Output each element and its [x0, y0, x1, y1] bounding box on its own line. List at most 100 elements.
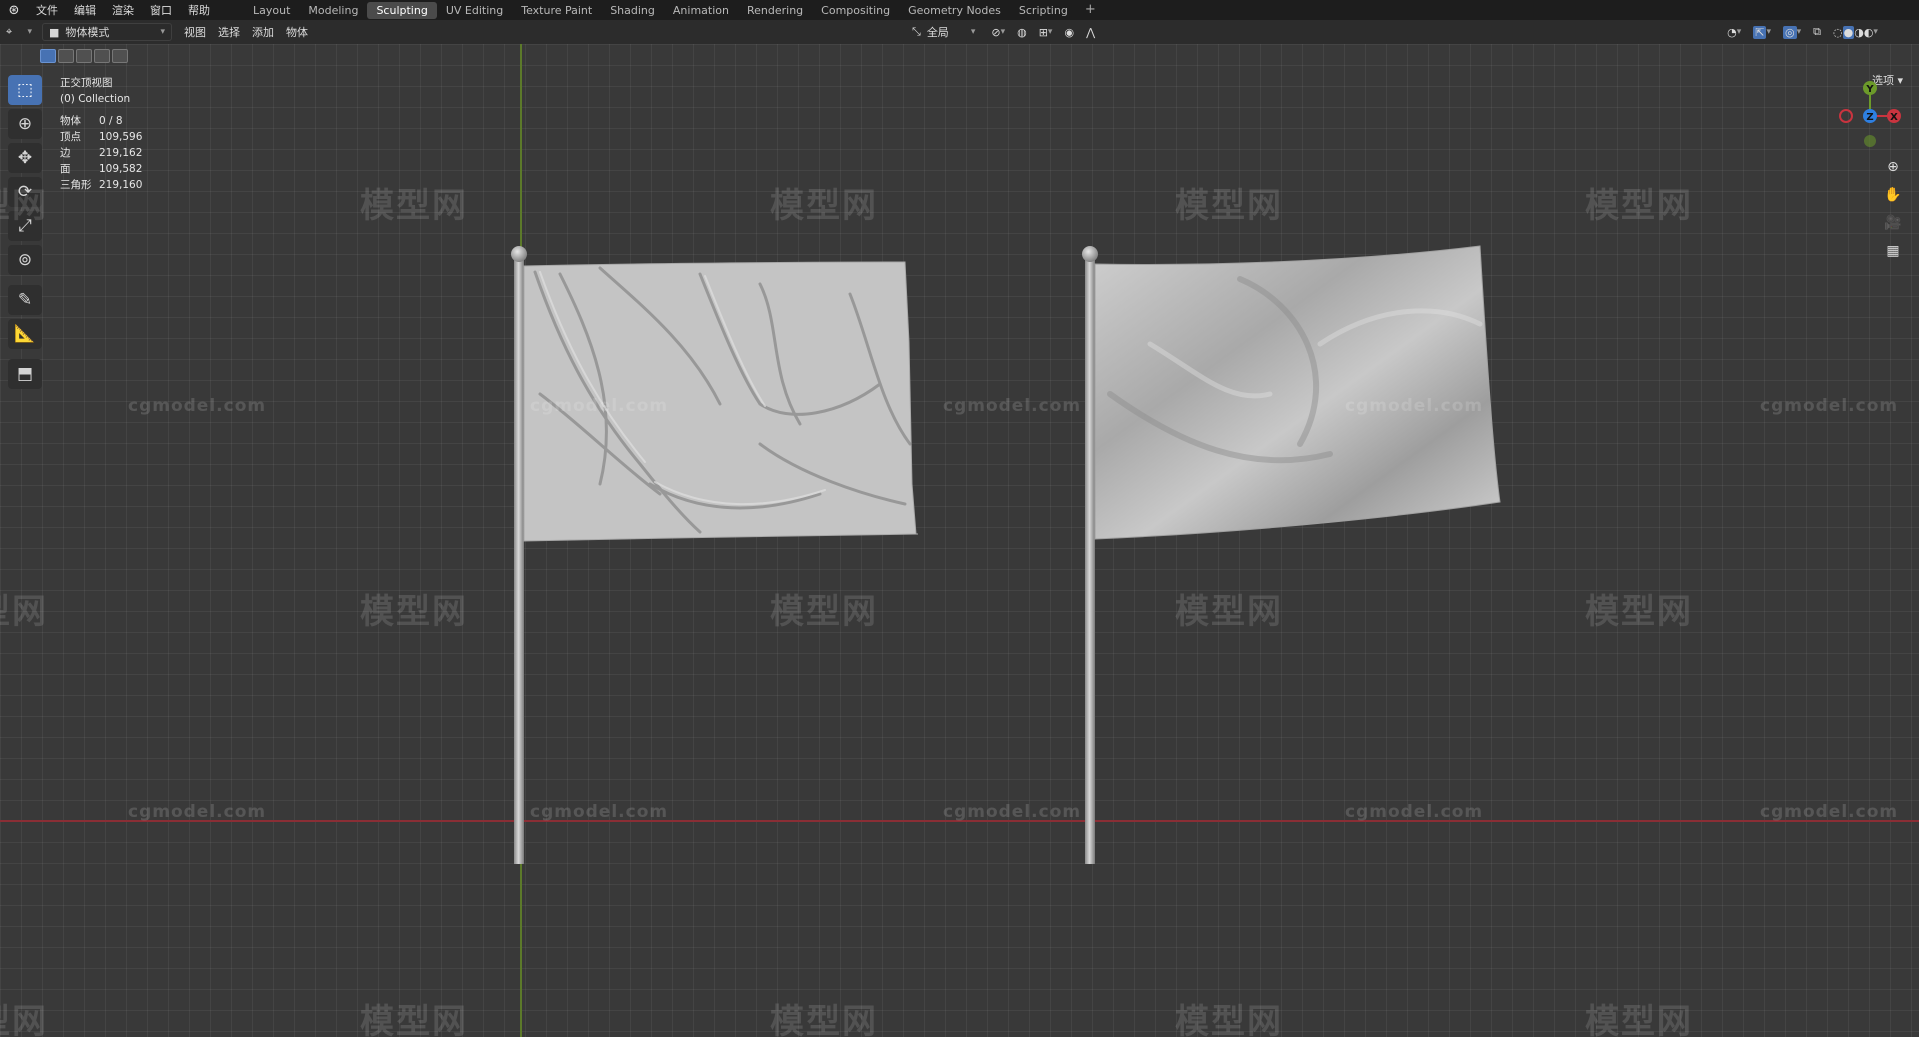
watermark-en: cgmodel.com [530, 802, 669, 822]
wireframe-shading-icon[interactable]: ◌ [1833, 26, 1843, 39]
gizmo-x-label: X [1890, 112, 1898, 123]
solid-shading-icon[interactable]: ● [1842, 25, 1855, 39]
mode-label: 物体模式 [65, 26, 110, 39]
watermark-en: cgmodel.com [1760, 802, 1899, 822]
xray-icon: ⧉ [1813, 25, 1821, 38]
pivot-icon: ⊘ [991, 25, 1001, 39]
menu-add[interactable]: 添加 [246, 24, 280, 40]
menu-render[interactable]: 渲染 [104, 2, 142, 18]
shading-modes[interactable]: ◌ ● ◑ ◐ ▾ [1827, 25, 1884, 39]
proportional-edit-toggle[interactable]: ◉ [1058, 26, 1080, 39]
flag-object-waving[interactable] [1082, 245, 1501, 864]
watermark-en: cgmodel.com [128, 396, 267, 416]
editor-type-button[interactable]: ⌖ ▾ [0, 25, 38, 39]
watermark-en: cgmodel.com [128, 802, 267, 822]
falloff-icon: ⋀ [1086, 25, 1096, 39]
mode-select[interactable]: ■ 物体模式 ▾ [42, 23, 172, 41]
watermark-cn: 模型网 [770, 1002, 878, 1037]
xray-toggle[interactable]: ⧉ [1807, 25, 1827, 39]
watermark-cn: 模型网 [770, 186, 878, 226]
eye-icon: ◔ [1727, 25, 1737, 39]
watermark-cn: 模型网 [770, 592, 878, 632]
tab-rendering[interactable]: Rendering [738, 2, 812, 19]
navigation-gizmo[interactable]: Y X Z [1830, 73, 1910, 163]
watermark-cn: 模型网 [1175, 186, 1283, 226]
falloff-button[interactable]: ⋀ [1080, 26, 1101, 39]
menu-object[interactable]: 物体 [280, 24, 314, 40]
proportional-icon: ◉ [1064, 25, 1075, 39]
tab-shading[interactable]: Shading [601, 2, 664, 19]
flagpole [514, 254, 524, 864]
top-menu-bar: ⊛ 文件 编辑 渲染 窗口 帮助 Layout Modeling Sculpti… [0, 0, 1919, 20]
snap-icon: ⊞ [1038, 25, 1048, 39]
workspace-tabs: Layout Modeling Sculpting UV Editing Tex… [244, 1, 1104, 19]
watermark-cn: 模型网 [0, 592, 48, 632]
flagpole-finial [1082, 246, 1098, 262]
watermark-en: cgmodel.com [1345, 396, 1484, 416]
chevron-down-icon: ▾ [1873, 27, 1878, 37]
watermark-en: cgmodel.com [1345, 802, 1484, 822]
tab-layout[interactable]: Layout [244, 2, 299, 19]
tab-animation[interactable]: Animation [664, 2, 738, 19]
flagpole [1085, 254, 1095, 864]
chevron-down-icon: ▾ [1736, 27, 1742, 37]
orientation-label: 全局 [926, 26, 949, 39]
blender-logo-icon[interactable]: ⊛ [0, 3, 28, 18]
tab-geometry-nodes[interactable]: Geometry Nodes [899, 2, 1010, 19]
chevron-down-icon: ▾ [1796, 27, 1802, 37]
overlays-toggle[interactable]: ◎ ▾ [1777, 25, 1807, 39]
gizmo-toggle[interactable]: ⇱ ▾ [1747, 25, 1777, 39]
chevron-down-icon: ▾ [1047, 27, 1053, 37]
watermark-en: cgmodel.com [943, 396, 1082, 416]
watermark-cn: 模型网 [1585, 186, 1693, 226]
gizmo-y-label: Y [1865, 84, 1874, 95]
menu-help[interactable]: 帮助 [180, 2, 218, 18]
3d-viewport[interactable]: ⬚ ⊕ ✥ ⟳ ⤢ ⊚ ✎ 📐 ⬒ 正交顶视图 (0) Collection 物… [0, 44, 1919, 1037]
watermark-cn: 模型网 [360, 186, 468, 226]
rendered-shading-icon[interactable]: ◐ [1864, 26, 1874, 39]
gizmo-z-label: Z [1866, 112, 1873, 123]
flag-object-wrinkled[interactable] [511, 246, 919, 864]
pivot-point-button[interactable]: ⊘ ▾ [985, 26, 1011, 39]
flag-cloth [1094, 245, 1501, 540]
zoom-icon[interactable]: ⊕ [1880, 154, 1906, 180]
viewport-header: ⌖ ▾ ■ 物体模式 ▾ 视图 选择 添加 物体 ⤡ 全局 ▾ ⊘ ▾ ◍ ⊞ ▾ ◉… [0, 20, 1919, 44]
grid-perspective-icon[interactable]: ▦ [1880, 238, 1906, 264]
visibility-button[interactable]: ◔ ▾ [1721, 26, 1747, 39]
snap-target-button[interactable]: ⊞ ▾ [1033, 26, 1059, 39]
tab-sculpting[interactable]: Sculpting [367, 1, 437, 19]
tab-uv-editing[interactable]: UV Editing [437, 2, 512, 19]
gizmo-icon: ⇱ [1753, 25, 1767, 39]
watermark-cn: 模型网 [1175, 1002, 1283, 1037]
watermark-en: cgmodel.com [530, 396, 669, 416]
tab-compositing[interactable]: Compositing [812, 2, 899, 19]
watermark-en: cgmodel.com [1760, 396, 1899, 416]
tab-scripting[interactable]: Scripting [1010, 2, 1077, 19]
menu-file[interactable]: 文件 [28, 2, 66, 18]
chevron-down-icon: ▾ [970, 27, 976, 37]
chevron-down-icon: ▾ [1000, 27, 1006, 37]
menu-view[interactable]: 视图 [178, 24, 212, 40]
transform-orientation-select[interactable]: ⤡ 全局 ▾ [906, 24, 981, 40]
watermark-cn: 模型网 [360, 592, 468, 632]
camera-icon[interactable]: 🎥 [1880, 210, 1906, 236]
chevron-down-icon: ▾ [1766, 27, 1771, 37]
tab-modeling[interactable]: Modeling [299, 2, 367, 19]
watermark-cn: 模型网 [0, 186, 48, 226]
watermark-cn: 模型网 [1175, 592, 1283, 632]
navigation-buttons: ⊕ ✋ 🎥 ▦ [1880, 154, 1910, 266]
chevron-down-icon: ▾ [160, 27, 165, 37]
material-shading-icon[interactable]: ◑ [1854, 26, 1864, 39]
add-workspace-button[interactable]: + [1077, 2, 1104, 19]
menu-window[interactable]: 窗口 [142, 2, 180, 18]
pan-hand-icon[interactable]: ✋ [1880, 182, 1906, 208]
watermark-en: cgmodel.com [943, 802, 1082, 822]
snap-toggle[interactable]: ◍ [1011, 26, 1033, 39]
editor-type-icon: ⌖ [6, 25, 13, 38]
menu-select[interactable]: 选择 [212, 24, 246, 40]
tab-texture-paint[interactable]: Texture Paint [512, 2, 601, 19]
menu-edit[interactable]: 编辑 [66, 2, 104, 18]
gizmo-neg-y-icon[interactable] [1864, 135, 1876, 147]
gizmo-neg-x-icon[interactable] [1839, 109, 1853, 123]
watermark-cn: 模型网 [0, 1002, 48, 1037]
